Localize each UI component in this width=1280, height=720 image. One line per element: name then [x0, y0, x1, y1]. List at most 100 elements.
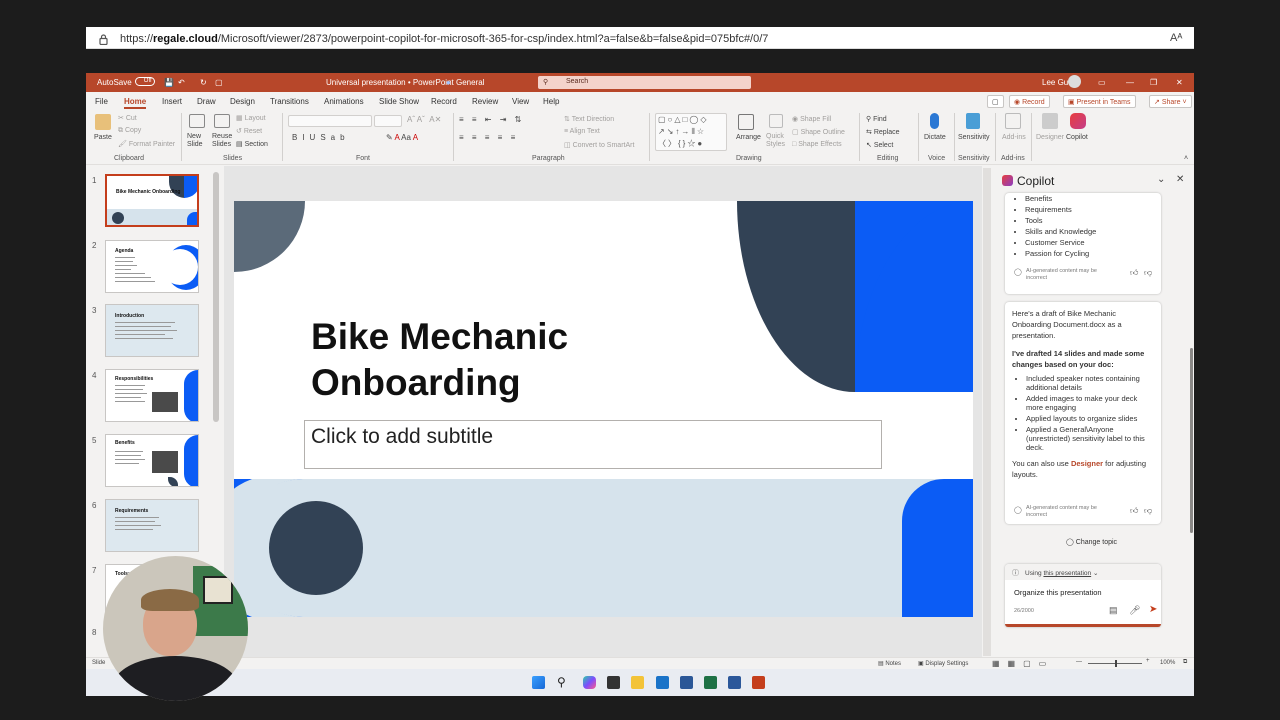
thumbs-down-icon[interactable]: 👎︎ — [1144, 505, 1152, 516]
save-icon[interactable]: 💾 — [164, 78, 174, 87]
add-ins-icon[interactable] — [1005, 113, 1021, 129]
share-button[interactable]: ↗ Share ˅ — [1149, 95, 1192, 108]
arrange-icon[interactable] — [738, 114, 754, 130]
tab-view[interactable]: View — [512, 97, 529, 106]
cut-button[interactable]: ✂ Cut — [118, 114, 137, 122]
align-text-button[interactable]: ≡ Align Text — [564, 128, 600, 135]
reader-mode-icon[interactable]: Aᴬ — [1170, 32, 1182, 44]
view-buttons[interactable]: ▦▦▢▭ — [992, 659, 1054, 668]
designer-link[interactable]: Designer — [1071, 459, 1103, 468]
slideshow-icon[interactable]: ▢ — [215, 78, 223, 87]
send-icon[interactable]: ➤ — [1149, 604, 1157, 615]
microphone-icon[interactable] — [930, 113, 939, 129]
tab-transitions[interactable]: Transitions — [270, 97, 309, 106]
search-box[interactable]: ⚲ Search — [538, 76, 751, 89]
autosave-toggle[interactable]: AutoSave Off — [97, 77, 155, 87]
thumbnail-scrollbar[interactable] — [213, 172, 219, 422]
convert-smartart-button[interactable]: ◫ Convert to SmartArt — [564, 141, 634, 149]
select-button[interactable]: ↖ Select — [866, 141, 893, 149]
prompt-guide-icon[interactable]: ▤ — [1109, 605, 1118, 616]
replace-button[interactable]: ⇆ Replace — [866, 128, 900, 136]
thumbnail-slide-3[interactable]: Introduction — [105, 304, 199, 357]
section-button[interactable]: ▤ Section — [236, 140, 268, 148]
align-buttons[interactable]: ≡ ≡ ≡ ≡ ≡ — [459, 133, 518, 142]
mail-icon[interactable] — [680, 676, 693, 689]
sensitivity-button[interactable]: Sensitivity — [958, 134, 990, 141]
reuse-slides-icon[interactable] — [214, 114, 230, 128]
font-color-buttons[interactable]: ✎ A Aa A — [386, 133, 418, 142]
shape-fill-button[interactable]: ◉ Shape Fill — [792, 115, 831, 123]
tab-file[interactable]: File — [95, 97, 108, 106]
file-explorer-icon[interactable] — [631, 676, 644, 689]
quick-styles-icon[interactable] — [769, 114, 783, 128]
context-selector[interactable]: Using this presentation ⌄ — [1025, 569, 1098, 577]
maximize-icon[interactable]: ❐ — [1150, 78, 1157, 87]
notes-button[interactable]: ▤ Notes — [878, 660, 901, 667]
shapes-gallery[interactable]: ▢○△□◯◇ ↗↘↑→⦀☆ 〈〉{}☆● — [655, 113, 727, 151]
fit-slide-icon[interactable]: ⧉ — [1183, 659, 1187, 666]
word-icon[interactable] — [728, 676, 741, 689]
font-name-dropdown[interactable] — [288, 115, 372, 127]
current-slide[interactable]: Bike Mechanic Onboarding Click to add su… — [234, 201, 973, 617]
list-buttons[interactable]: ≡ ≡ ⇤ ⇥ ⇅ — [459, 115, 524, 124]
record-button[interactable]: ◉ Record — [1009, 95, 1050, 108]
canvas-scrollbar[interactable] — [983, 168, 991, 656]
collapse-ribbon-icon[interactable]: ˄ — [1184, 155, 1188, 162]
copilot-icon[interactable] — [1070, 113, 1086, 129]
thumbs-up-icon[interactable]: 👍︎ — [1130, 505, 1138, 516]
slide-title[interactable]: Bike Mechanic Onboarding — [311, 314, 568, 406]
sensitivity-icon[interactable] — [966, 113, 980, 129]
find-button[interactable]: ⚲ Find — [866, 115, 887, 123]
zoom-out-icon[interactable]: — — [1076, 659, 1082, 665]
thumbnail-slide-2[interactable]: Agenda — [105, 240, 199, 293]
layout-button[interactable]: ▦ Layout — [236, 114, 266, 122]
prompt-input[interactable]: Organize this presentation — [1014, 588, 1102, 597]
text-direction-button[interactable]: ⇅ Text Direction — [564, 115, 614, 123]
redo-icon[interactable]: ↻ — [200, 78, 207, 87]
tab-record[interactable]: Record — [431, 97, 457, 106]
task-view-icon[interactable] — [607, 676, 620, 689]
undo-icon[interactable]: ↶ — [178, 78, 185, 87]
new-slide-icon[interactable] — [189, 114, 205, 128]
copy-button[interactable]: ⧉ Copy — [118, 127, 141, 135]
reset-button[interactable]: ↺ Reset — [236, 127, 262, 135]
add-ins-button[interactable]: Add-ins — [1002, 134, 1026, 141]
zoom-level[interactable]: 100% — [1160, 660, 1175, 666]
tab-insert[interactable]: Insert — [162, 97, 182, 106]
shape-effects-button[interactable]: □ Shape Effects — [792, 141, 842, 148]
font-size-dropdown[interactable] — [374, 115, 402, 127]
reuse-slides-button[interactable]: Reuse Slides — [212, 133, 234, 149]
copilot-taskbar-icon[interactable] — [583, 676, 596, 689]
designer-button[interactable]: Designer — [1036, 134, 1064, 141]
new-slide-button[interactable]: New Slide — [187, 133, 209, 149]
avatar[interactable] — [1068, 75, 1081, 88]
thumbnail-slide-1[interactable]: Bike Mechanic Onboarding — [105, 174, 199, 227]
user-name[interactable]: Lee Gu — [1042, 78, 1068, 87]
ribbon-display-icon[interactable]: ▭ — [1098, 78, 1106, 87]
change-topic-button[interactable]: ◯ Change topic — [1066, 538, 1117, 546]
thumbs-up-icon[interactable]: 👍︎ — [1130, 268, 1138, 278]
microphone-icon[interactable]: 🎤︎ — [1129, 605, 1140, 616]
url-field[interactable]: https://regale.cloud/Microsoft/viewer/28… — [120, 33, 768, 45]
paste-icon[interactable] — [95, 114, 111, 130]
present-in-teams-button[interactable]: ▣ Present in Teams — [1063, 95, 1136, 108]
paste-button[interactable]: Paste — [94, 134, 112, 141]
thumbnail-slide-5[interactable]: Benefits — [105, 434, 199, 487]
designer-icon[interactable] — [1042, 113, 1058, 129]
display-settings-button[interactable]: ▣ Display Settings — [918, 660, 968, 667]
minimize-icon[interactable]: — — [1126, 78, 1134, 87]
copilot-scrollbar[interactable] — [1190, 348, 1193, 533]
tab-draw[interactable]: Draw — [197, 97, 216, 106]
copilot-button[interactable]: Copilot — [1066, 134, 1088, 141]
close-icon[interactable]: ✕ — [1176, 174, 1184, 185]
tab-design[interactable]: Design — [230, 97, 255, 106]
zoom-in-icon[interactable]: + — [1146, 658, 1150, 664]
tab-animations[interactable]: Animations — [324, 97, 364, 106]
close-icon[interactable]: ✕ — [1176, 78, 1183, 87]
chevron-down-icon[interactable]: ⌄ — [1157, 174, 1165, 185]
quick-styles-button[interactable]: Quick Styles — [766, 133, 788, 149]
powerpoint-icon[interactable] — [752, 676, 765, 689]
font-size-buttons[interactable]: Aˆ Aˇ A✕ — [407, 115, 441, 124]
search-icon[interactable]: ⚲ — [557, 675, 566, 689]
arrange-button[interactable]: Arrange — [736, 134, 761, 141]
